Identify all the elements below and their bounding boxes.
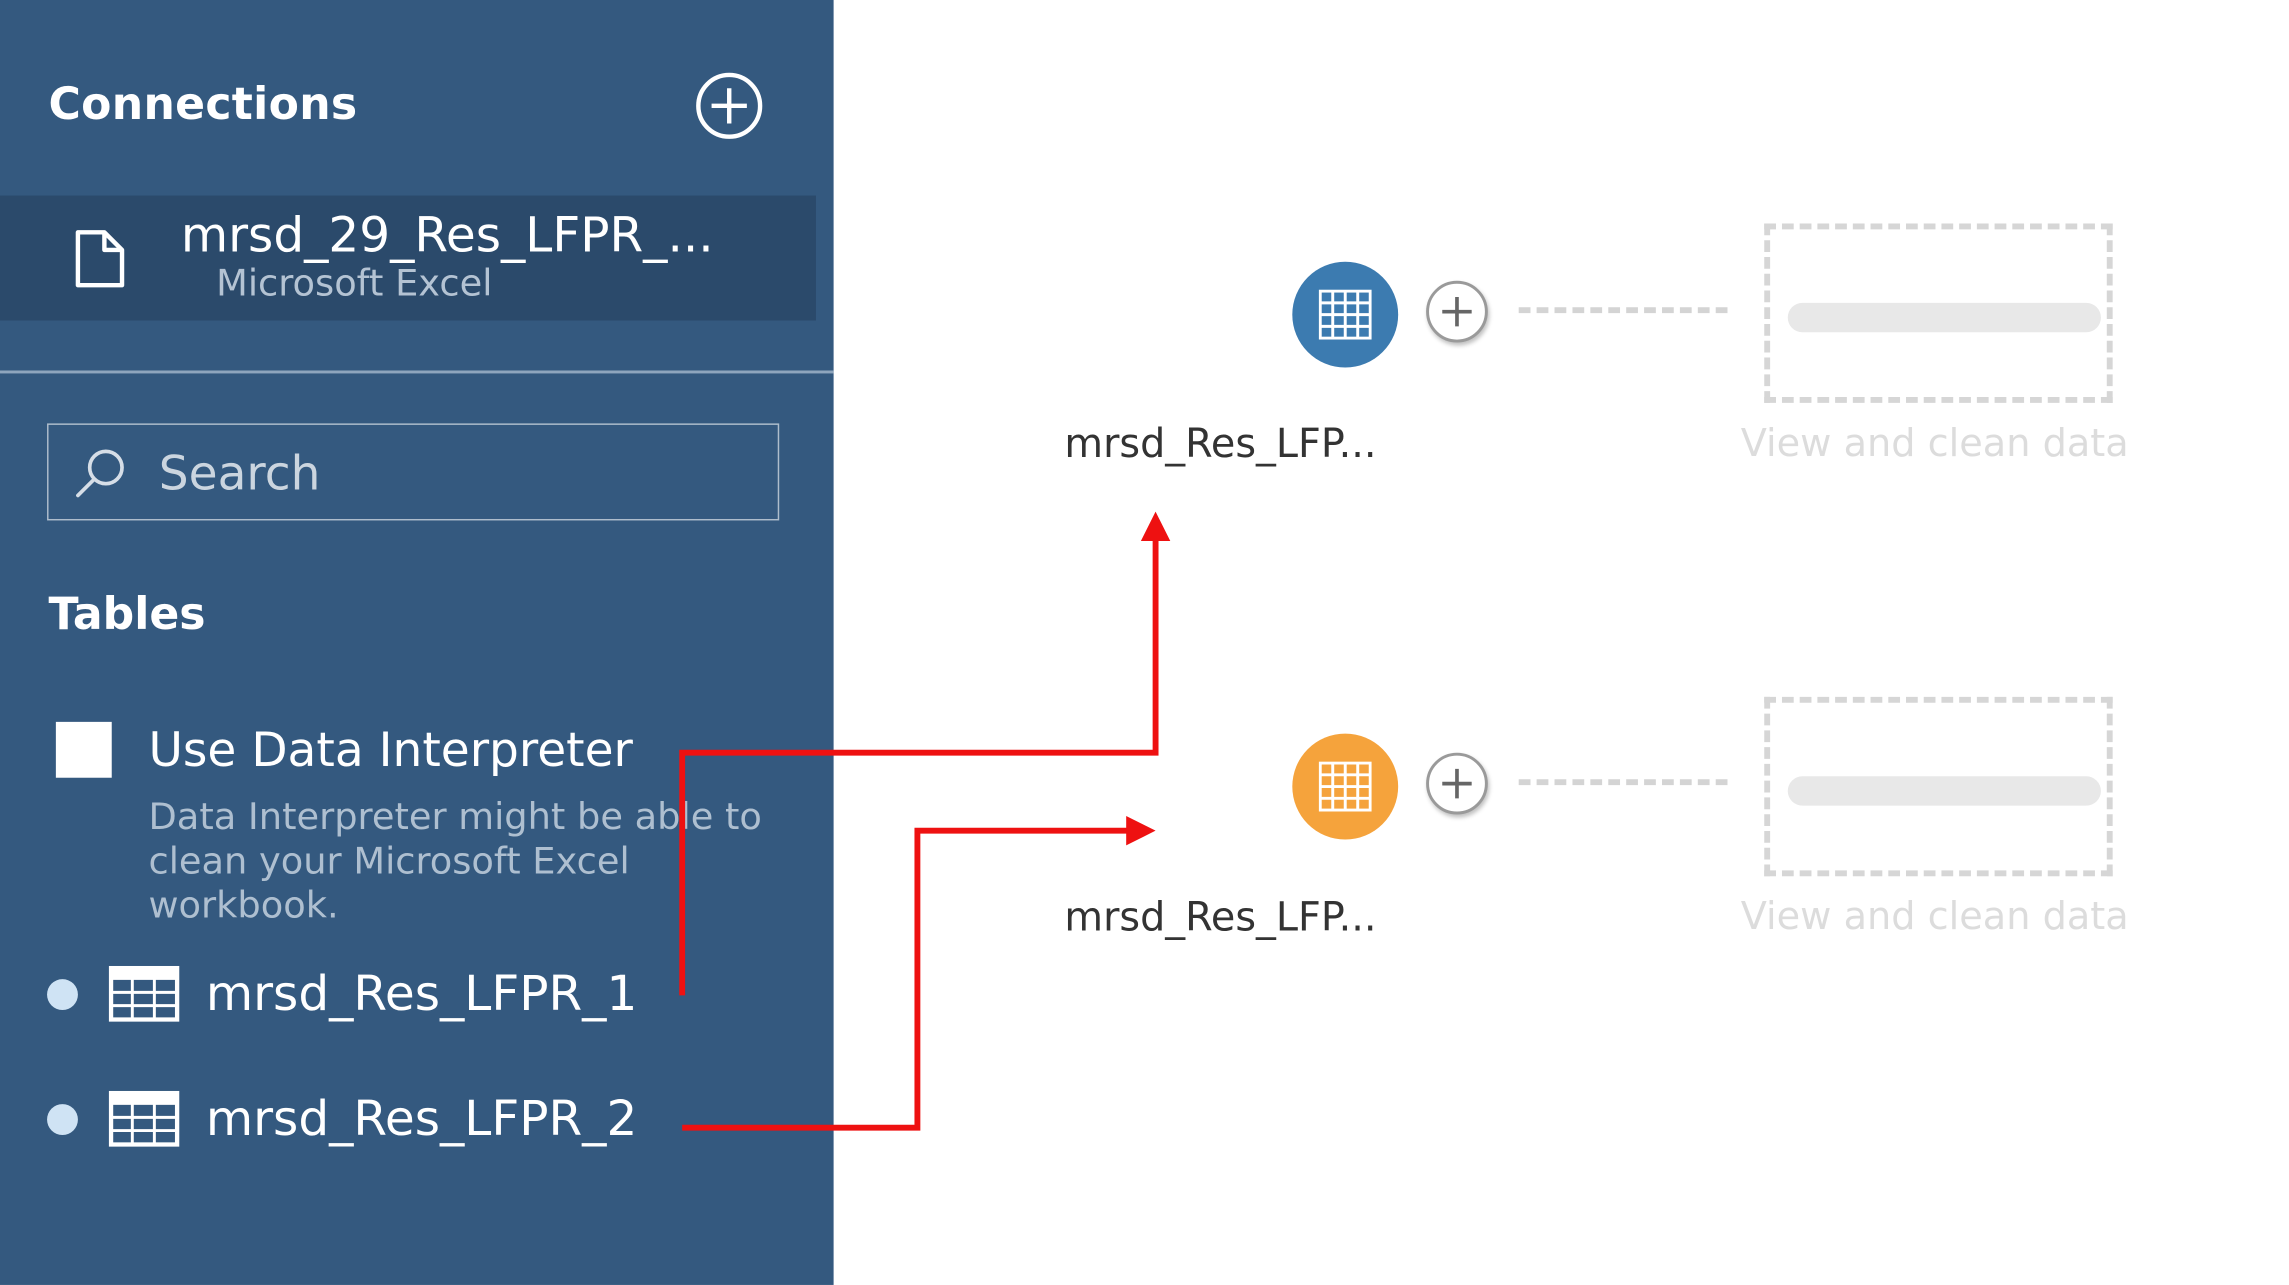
status-dot bbox=[47, 979, 78, 1011]
placeholder-bar bbox=[1787, 776, 2101, 806]
table-grid-icon bbox=[108, 965, 180, 1022]
table-item-1[interactable]: mrsd_Res_LFPR_1 bbox=[0, 950, 834, 1038]
table-grid-icon bbox=[1318, 289, 1372, 340]
placeholder-label-1: View and clean data bbox=[1740, 421, 2129, 467]
tables-title: Tables bbox=[48, 589, 206, 642]
status-dot bbox=[47, 1104, 78, 1135]
connection-name[interactable]: mrsd_29_Res_LFPR_... bbox=[181, 206, 714, 263]
add-step-button-2[interactable] bbox=[1426, 752, 1488, 815]
input-node-1[interactable] bbox=[1292, 261, 1399, 368]
add-connection-icon[interactable] bbox=[694, 71, 765, 142]
sidebar-divider bbox=[0, 370, 834, 374]
clean-step-placeholder-2[interactable] bbox=[1764, 696, 2113, 877]
data-interpreter-checkbox[interactable] bbox=[55, 721, 112, 778]
data-interpreter-hint: Data Interpreter might be able to clean … bbox=[148, 795, 762, 927]
file-icon bbox=[75, 230, 125, 288]
placeholder-bar bbox=[1787, 302, 2101, 333]
table-item-label: mrsd_Res_LFPR_2 bbox=[205, 1089, 638, 1147]
node-label-2: mrsd_Res_LFP... bbox=[1064, 895, 1377, 941]
clean-step-placeholder-1[interactable] bbox=[1764, 223, 2113, 403]
table-item-label: mrsd_Res_LFPR_1 bbox=[205, 964, 638, 1022]
node-label-1: mrsd_Res_LFP... bbox=[1064, 421, 1377, 468]
search-input[interactable] bbox=[158, 441, 747, 506]
table-item-2[interactable]: mrsd_Res_LFPR_2 bbox=[0, 1075, 834, 1163]
table-grid-icon bbox=[108, 1090, 180, 1147]
plus-icon bbox=[1442, 768, 1472, 799]
table-grid-icon bbox=[1318, 761, 1372, 812]
sidebar: Connections mrsd_29_Res_LFPR_... Microso… bbox=[0, 0, 834, 1285]
connections-title: Connections bbox=[48, 79, 358, 131]
placeholder-label-2: View and clean data bbox=[1740, 895, 2129, 940]
search-icon bbox=[76, 449, 124, 498]
app-window: Connections mrsd_29_Res_LFPR_... Microso… bbox=[0, 0, 2289, 1285]
flow-canvas: mrsd_Res_LFP... View and clean data mrsd bbox=[834, 0, 2289, 1285]
connection-type: Microsoft Excel bbox=[216, 261, 493, 305]
connector-dashed-line bbox=[1518, 307, 1728, 314]
plus-icon bbox=[1442, 296, 1472, 327]
add-step-button-1[interactable] bbox=[1426, 280, 1488, 343]
connector-dashed-line bbox=[1518, 779, 1728, 786]
input-node-2[interactable] bbox=[1292, 733, 1399, 840]
data-interpreter-label[interactable]: Use Data Interpreter bbox=[148, 722, 632, 778]
